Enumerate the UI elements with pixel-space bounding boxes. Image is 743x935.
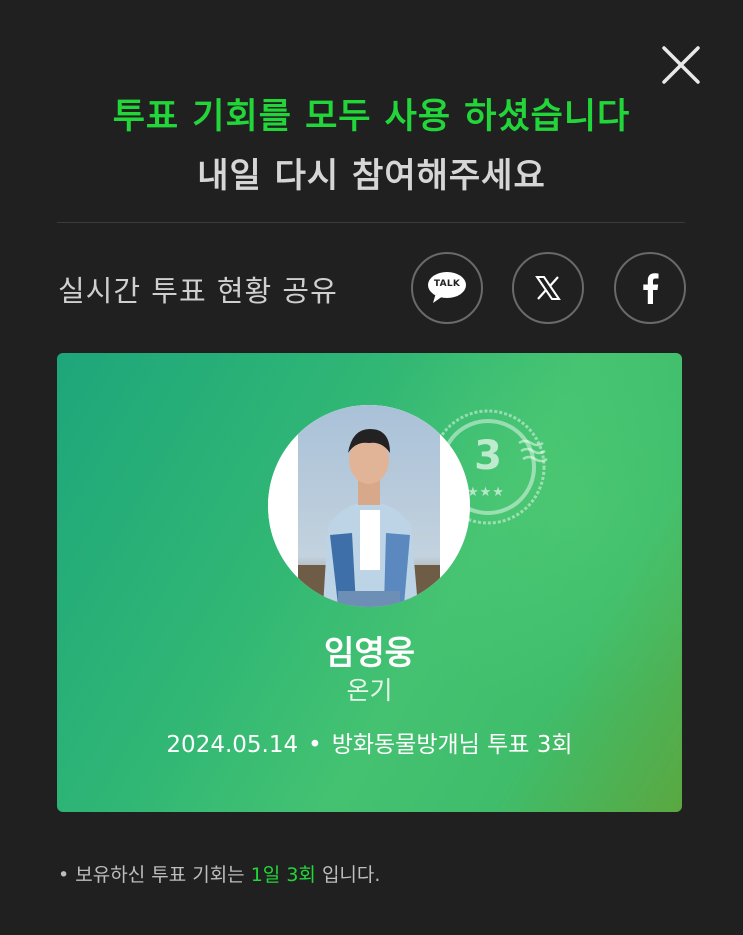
- close-icon: [662, 46, 700, 84]
- facebook-icon: [643, 273, 659, 304]
- artist-name: 임영웅: [323, 633, 416, 672]
- vote-date: 2024.05.14: [166, 732, 299, 758]
- rank-stamp-stars: ★★★: [467, 485, 505, 500]
- footer-highlight: 1일 3회: [250, 864, 316, 886]
- song-title: 온기: [346, 676, 393, 705]
- kakaotalk-icon-text: TALK: [433, 279, 461, 289]
- headline: 투표 기회를 모두 사용 하셨습니다: [112, 97, 631, 137]
- share-facebook-button[interactable]: [614, 252, 686, 324]
- close-button[interactable]: [656, 40, 706, 90]
- vote-complete-page: 투표 기회를 모두 사용 하셨습니다 내일 다시 참여해주세요 실시간 투표 현…: [0, 0, 743, 935]
- artist-avatar: [268, 405, 470, 607]
- vote-info: 2024.05.14 • 방화동물방개님 투표 3회: [57, 725, 682, 759]
- subline: 내일 다시 참여해주세요: [197, 156, 546, 196]
- share-x-button[interactable]: [512, 252, 584, 324]
- footer-text-before: 보유하신 투표 기회는: [75, 864, 245, 886]
- x-icon: [535, 276, 561, 300]
- vote-result-card: 3 ★★★ 임영웅 온기 2024.05.14 • 방화동물방개님 투표 3회: [57, 353, 682, 812]
- footer-note: • 보유하신 투표 기회는 1일 3회 입니다.: [58, 860, 380, 887]
- share-label: 실시간 투표 현황 공유: [58, 274, 338, 308]
- kakaotalk-icon: TALK: [427, 271, 467, 305]
- share-kakaotalk-button[interactable]: TALK: [411, 252, 483, 324]
- footer-text-after: 입니다.: [321, 864, 381, 886]
- footer-bullet: •: [58, 864, 70, 886]
- vote-info-separator: •: [308, 732, 322, 758]
- vote-text: 방화동물방개님 투표 3회: [331, 732, 573, 758]
- divider: [57, 222, 685, 223]
